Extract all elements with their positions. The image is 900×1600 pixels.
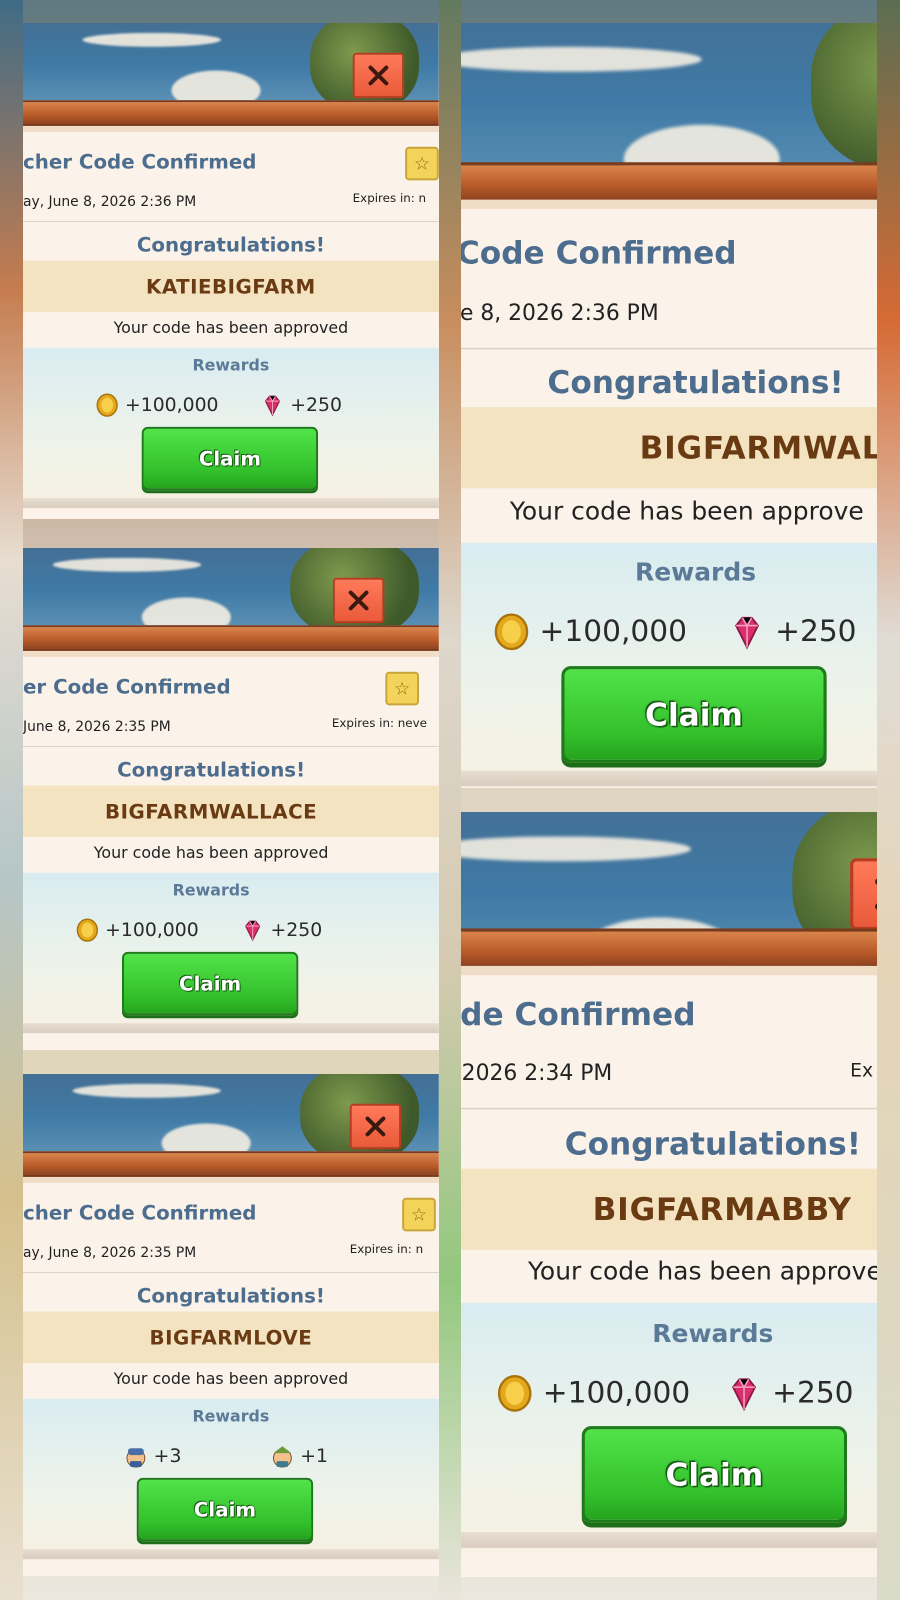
code-panel-3: cher Code Confirmed ☆ ay, June 8, 2026 2… <box>23 1074 439 1576</box>
gem-icon <box>735 616 760 650</box>
reward-gems: +250 <box>241 918 322 942</box>
star-icon: ☆ <box>413 153 430 174</box>
confirmed-date: June 8, 2026 2:35 PM <box>23 719 171 736</box>
background-blur-middle <box>439 0 461 1600</box>
confirmed-date: ay, June 8, 2026 2:35 PM <box>23 1245 197 1262</box>
congratulations-heading: Congratulations! <box>564 1125 861 1163</box>
reward-farmhand: +1 <box>271 1444 328 1468</box>
claim-button[interactable]: Claim <box>136 1477 314 1542</box>
farmer-icon <box>126 1448 146 1468</box>
divider <box>461 347 877 350</box>
expires-text: Expires in: n <box>349 1242 424 1257</box>
background-blur-left <box>0 0 23 1600</box>
divider <box>23 746 439 747</box>
gold-coin-icon <box>497 1375 532 1412</box>
gem-icon <box>732 1378 757 1412</box>
close-icon <box>365 1116 386 1137</box>
approved-message: Your code has been approved <box>113 318 349 337</box>
expires-text: Expires in: n <box>352 191 427 206</box>
reward-gems: +250 <box>261 393 342 417</box>
rewards-label: Rewards <box>192 355 270 375</box>
gem-icon <box>245 920 261 942</box>
redeemed-code: BIGFARMABBY <box>592 1190 852 1228</box>
redeemed-code: KATIEBIGFARM <box>146 274 316 299</box>
confirmed-date: 2026 2:34 PM <box>461 1061 613 1087</box>
star-icon: ☆ <box>411 1204 427 1225</box>
code-band: BIGFARMWALLACE <box>23 785 439 838</box>
close-button[interactable] <box>352 52 405 99</box>
panel-title: cher Code Confirmed <box>23 149 257 174</box>
code-panel-4: Code Confirmed e 8, 2026 2:36 PM Congrat… <box>461 23 877 788</box>
reward-coins: +100,000 <box>75 918 199 942</box>
close-button[interactable] <box>349 1103 402 1150</box>
close-icon <box>875 878 877 910</box>
rewards-label: Rewards <box>172 880 250 900</box>
confirmed-date: ay, June 8, 2026 2:36 PM <box>23 194 197 211</box>
code-band: KATIEBIGFARM <box>23 260 439 313</box>
reward-coins: +100,000 <box>493 613 687 651</box>
close-button[interactable] <box>332 577 385 624</box>
claim-button[interactable]: Claim <box>141 426 319 491</box>
congratulations-heading: Congratulations! <box>117 757 306 782</box>
congratulations-heading: Congratulations! <box>547 363 844 401</box>
panel-title: Code Confirmed <box>461 233 737 272</box>
code-band: BIGFARMLOVE <box>23 1311 439 1364</box>
rewards-label: Rewards <box>635 556 757 587</box>
claim-button[interactable]: Claim <box>122 951 299 1016</box>
wood-plank <box>23 100 439 126</box>
reward-coins: +100,000 <box>95 393 219 417</box>
divider <box>23 1272 439 1273</box>
panel-title: er Code Confirmed <box>23 674 231 699</box>
reward-gems: +250 <box>728 613 857 650</box>
congratulations-heading: Congratulations! <box>136 1283 325 1308</box>
divider <box>461 1107 877 1110</box>
rewards-label: Rewards <box>652 1318 774 1349</box>
approved-message: Your code has been approved <box>528 1256 877 1286</box>
close-icon <box>368 65 389 86</box>
close-icon <box>348 590 369 611</box>
sky-banner <box>461 23 877 185</box>
code-band: BIGFARMABBY <box>461 1168 877 1250</box>
wood-plank <box>23 625 439 651</box>
code-panel-5: de Confirmed 2026 2:34 PM Ex Congratulat… <box>461 812 877 1577</box>
wood-plank <box>461 928 877 970</box>
favorite-button[interactable]: ☆ <box>385 671 419 706</box>
farmhand-icon <box>272 1446 292 1468</box>
favorite-button[interactable]: ☆ <box>405 146 439 181</box>
claim-button[interactable]: Claim <box>581 1426 847 1523</box>
wood-plank <box>461 162 877 203</box>
gold-coin-icon <box>76 918 98 942</box>
reward-coins: +100,000 <box>496 1375 690 1412</box>
divider <box>23 221 439 222</box>
redeemed-code: BIGFARMWALLIS <box>639 428 877 467</box>
expires-text: Expires in: neve <box>331 716 427 731</box>
gold-coin-icon <box>494 613 529 651</box>
favorite-button[interactable]: ☆ <box>402 1197 436 1232</box>
claim-button[interactable]: Claim <box>561 666 827 763</box>
gold-coin-icon <box>96 393 118 417</box>
panel-title: de Confirmed <box>461 995 696 1033</box>
congratulations-heading: Congratulations! <box>136 232 325 257</box>
code-band: BIGFARMWALLIS <box>461 407 877 489</box>
redeemed-code: BIGFARMWALLACE <box>105 799 318 824</box>
gem-icon <box>264 395 281 417</box>
approved-message: Your code has been approved <box>93 843 329 862</box>
reward-farmers: +3 <box>124 1444 181 1468</box>
confirmed-date: e 8, 2026 2:36 PM <box>461 301 659 327</box>
code-panel-2: er Code Confirmed ☆ June 8, 2026 2:35 PM… <box>23 548 439 1050</box>
code-panel-1: cher Code Confirmed ☆ ay, June 8, 2026 2… <box>23 23 439 519</box>
star-icon: ☆ <box>394 678 411 699</box>
approved-message: Your code has been approve <box>509 496 864 526</box>
reward-gems: +250 <box>725 1375 854 1412</box>
close-button[interactable] <box>850 858 877 931</box>
redeemed-code: BIGFARMLOVE <box>149 1325 313 1350</box>
approved-message: Your code has been approved <box>113 1369 349 1388</box>
wood-plank <box>23 1151 439 1177</box>
background-blur-right <box>877 0 900 1600</box>
panel-title: cher Code Confirmed <box>23 1200 257 1225</box>
rewards-label: Rewards <box>192 1406 270 1426</box>
expires-text: Ex <box>850 1059 874 1082</box>
